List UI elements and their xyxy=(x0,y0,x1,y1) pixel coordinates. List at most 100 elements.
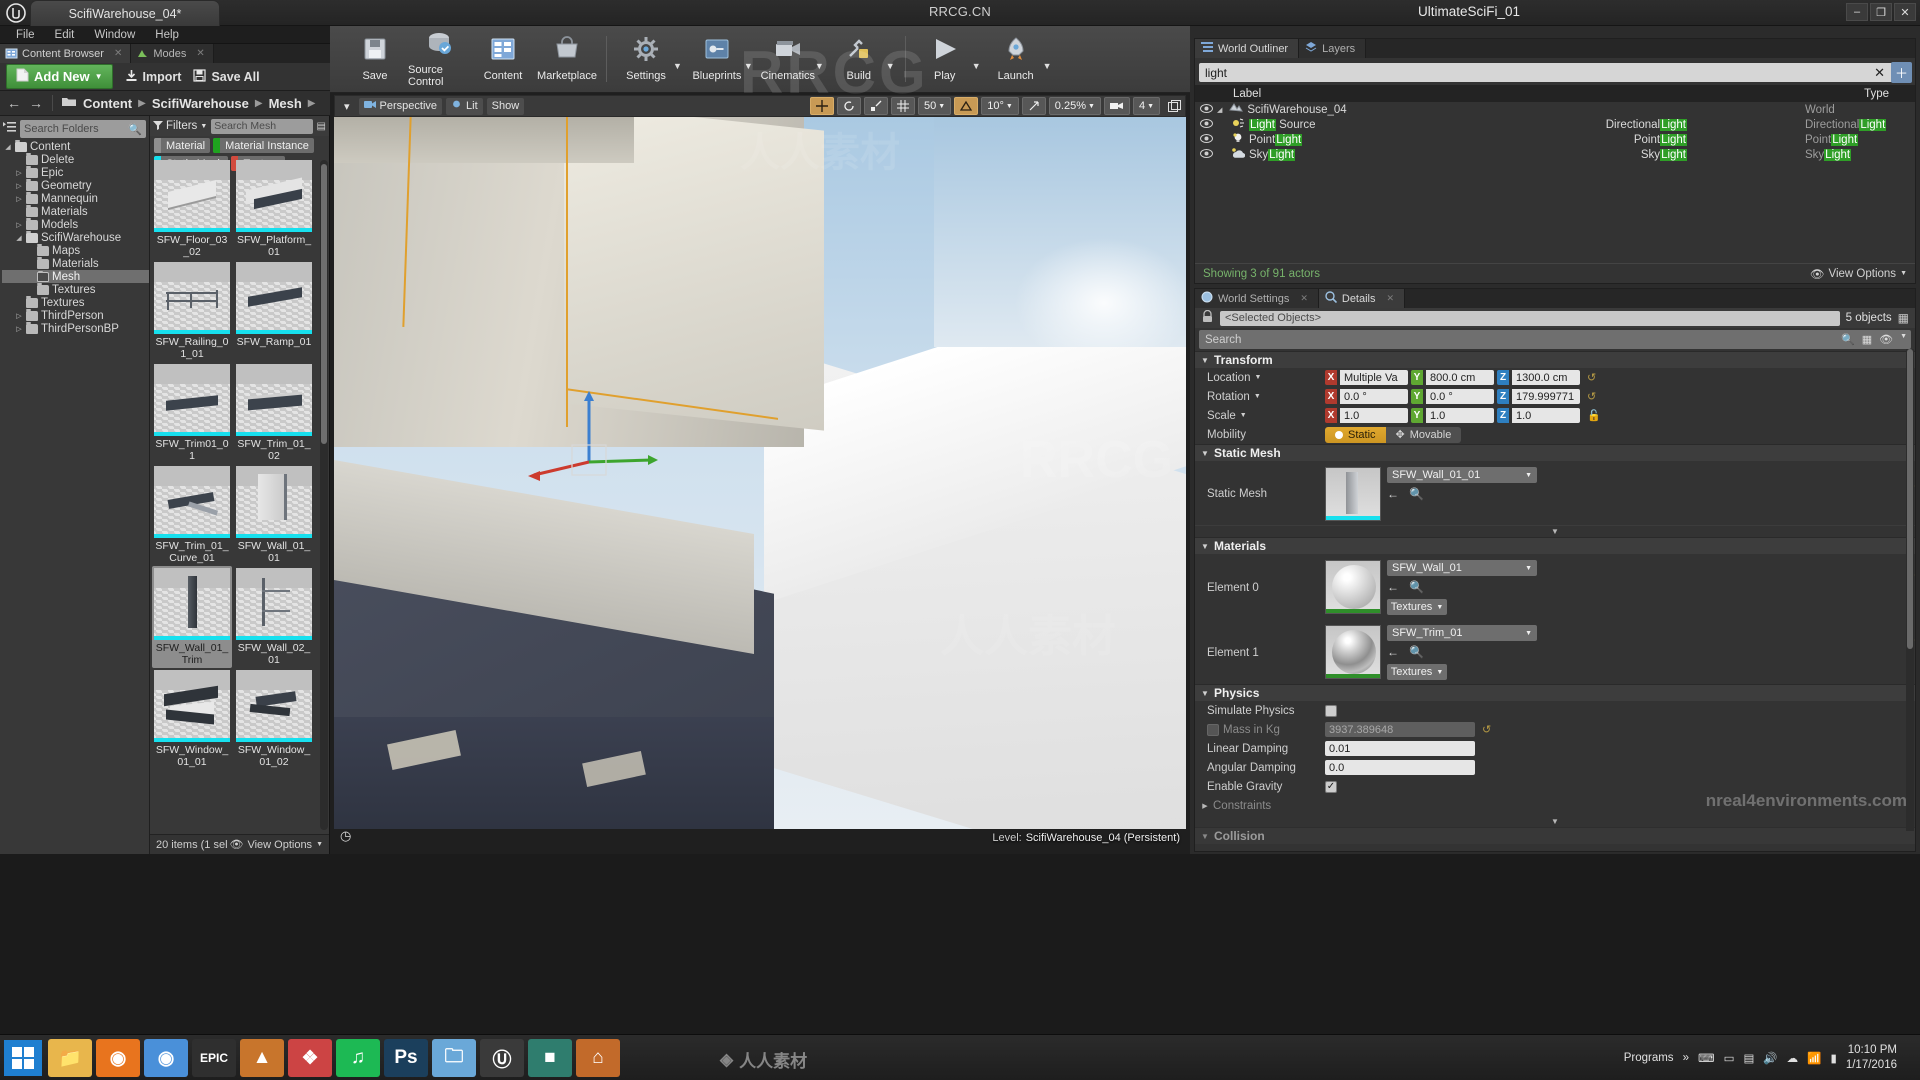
scale-mode-icon[interactable] xyxy=(864,97,888,115)
location-label-group[interactable]: Location ▼ xyxy=(1195,372,1325,384)
enable-gravity-checkbox[interactable]: ✓ xyxy=(1325,781,1337,793)
visibility-eye-icon[interactable] xyxy=(1195,104,1217,116)
reset-location-icon[interactable]: ↺ xyxy=(1587,371,1596,384)
mass-override-checkbox[interactable] xyxy=(1207,724,1219,736)
folder-tree-item[interactable]: ▷Epic xyxy=(2,166,149,179)
folder-tree-item[interactable]: ▷Mannequin xyxy=(2,192,149,205)
maximize-button[interactable]: ❐ xyxy=(1870,3,1892,21)
rotation-z-input[interactable]: 179.999771 xyxy=(1512,389,1580,404)
breadcrumb-mesh[interactable]: Mesh xyxy=(269,96,302,111)
tab-world-settings[interactable]: World Settings ✕ xyxy=(1195,289,1319,308)
asset-tile[interactable]: SFW_Trim01_01 xyxy=(154,364,230,462)
tray-icon-2[interactable]: ▤ xyxy=(1743,1051,1754,1065)
asset-tile[interactable]: SFW_Ramp_01 xyxy=(236,262,312,360)
asset-tile[interactable]: SFW_Wall_02_01 xyxy=(236,568,312,666)
view-options-button[interactable]: 👁 View Options ▼ xyxy=(229,838,323,851)
asset-tile[interactable]: SFW_Railing_01_01 xyxy=(154,262,230,360)
reset-mass-icon[interactable]: ↺ xyxy=(1482,723,1491,736)
collapse-triangle-icon[interactable]: ◢ xyxy=(1217,106,1222,114)
folder-tree-item[interactable]: Mesh xyxy=(2,270,149,283)
expand-triangle-icon[interactable]: ▷ xyxy=(15,182,23,190)
close-icon[interactable]: ✕ xyxy=(1387,293,1395,304)
grid-snap-value[interactable]: 50 ▼ xyxy=(918,97,951,115)
expand-tree-icon[interactable] xyxy=(3,121,17,137)
tab-details[interactable]: Details ✕ xyxy=(1319,289,1405,308)
camera-speed-icon[interactable] xyxy=(1104,97,1130,115)
eye-icon[interactable]: 👁 xyxy=(1879,333,1893,346)
section-static-mesh[interactable]: ▼ Static Mesh xyxy=(1195,444,1915,461)
element-0-textures-button[interactable]: Textures ▼ xyxy=(1387,599,1447,615)
nav-forward-icon[interactable]: → xyxy=(28,95,44,111)
section-materials[interactable]: ▼ Materials xyxy=(1195,537,1915,554)
location-z-input[interactable]: 1300.0 cm xyxy=(1512,370,1580,385)
volume-icon[interactable]: 🔊 xyxy=(1763,1051,1777,1065)
asset-tile[interactable]: SFW_Window_01_01 xyxy=(154,670,230,768)
asset-tile[interactable]: SFW_Trim_01_02 xyxy=(236,364,312,462)
app-icon[interactable]: ▲ xyxy=(240,1039,284,1077)
asset-grid-scrollbar[interactable] xyxy=(320,160,328,830)
close-icon[interactable]: ✕ xyxy=(1300,293,1308,304)
folder-tree-item[interactable]: ▷ThirdPerson xyxy=(2,309,149,322)
show-desktop-button[interactable] xyxy=(1906,1052,1912,1064)
filter-chip[interactable]: Material xyxy=(154,138,210,153)
import-button[interactable]: Import xyxy=(125,69,182,85)
collapse-triangle-icon[interactable]: ◢ xyxy=(4,143,12,151)
network-icon[interactable]: 📶 xyxy=(1807,1051,1821,1065)
view-mode-button[interactable]: Lit xyxy=(446,98,483,115)
viewport-options-button[interactable]: ▾ xyxy=(339,98,355,115)
folder-icon[interactable]: 🗀 xyxy=(432,1039,476,1077)
linear-damping-input[interactable]: 0.01 xyxy=(1325,741,1475,756)
element-0-combo[interactable]: SFW_Wall_01 ▼ xyxy=(1387,560,1537,576)
reset-rotation-icon[interactable]: ↺ xyxy=(1587,390,1596,403)
rotation-x-input[interactable]: 0.0 ° xyxy=(1340,389,1408,404)
browse-to-asset-icon[interactable]: 🔍 xyxy=(1409,645,1424,659)
filters-button[interactable]: Filters ▼ xyxy=(153,120,207,133)
outliner-search-input[interactable]: light ✕ ＋ xyxy=(1199,63,1911,82)
asset-tile[interactable]: SFW_Wall_01_Trim xyxy=(152,566,232,668)
menu-file[interactable]: File xyxy=(6,26,45,44)
tray-icon-1[interactable]: ▭ xyxy=(1724,1051,1735,1065)
folder-tree-item[interactable]: ▷ThirdPersonBP xyxy=(2,322,149,335)
scale-x-input[interactable]: 1.0 xyxy=(1340,408,1408,423)
folder-tree-item[interactable]: Textures xyxy=(2,296,149,309)
folder-search-input[interactable]: Search Folders 🔍 xyxy=(20,120,146,138)
chevron-down-icon[interactable]: ▼ xyxy=(815,61,824,89)
location-x-input[interactable]: Multiple Va xyxy=(1340,370,1408,385)
toolbar-launch-button[interactable]: Launch xyxy=(985,29,1047,89)
chevron-down-icon[interactable]: ▼ xyxy=(1043,61,1052,89)
scale-lock-icon[interactable]: 🔓 xyxy=(1587,409,1601,422)
folder-tree-item[interactable]: ▷Models xyxy=(2,218,149,231)
scale-snap-toggle-icon[interactable] xyxy=(1022,97,1046,115)
section-transform[interactable]: ▼ Transform xyxy=(1195,351,1915,368)
simulate-physics-checkbox[interactable] xyxy=(1325,705,1337,717)
outliner-row[interactable]: SkyLightSkyLightSkyLight xyxy=(1195,147,1915,162)
visibility-eye-icon[interactable] xyxy=(1195,119,1217,131)
substance-icon[interactable]: ■ xyxy=(528,1039,572,1077)
minimize-button[interactable]: – xyxy=(1846,3,1868,21)
tab-world-outliner[interactable]: World Outliner xyxy=(1195,39,1299,58)
breadcrumb-content[interactable]: Content xyxy=(83,96,132,111)
tab-modes[interactable]: Modes ✕ xyxy=(131,44,213,63)
use-selected-asset-icon[interactable]: ← xyxy=(1387,580,1399,594)
use-selected-asset-icon[interactable]: ← xyxy=(1387,487,1399,501)
toolbar-source-control-button[interactable]: Source Control xyxy=(408,29,470,89)
folder-tree-item[interactable]: Delete xyxy=(2,153,149,166)
add-actor-icon[interactable]: ＋ xyxy=(1891,62,1912,83)
scale-y-input[interactable]: 1.0 xyxy=(1426,408,1494,423)
tab-layers[interactable]: Layers xyxy=(1299,39,1366,58)
angle-snap-toggle-icon[interactable] xyxy=(954,97,978,115)
toolbar-build-button[interactable]: Build xyxy=(828,29,890,89)
asset-tile[interactable]: SFW_Wall_01_01 xyxy=(236,466,312,564)
details-search-input[interactable]: Search 🔍 ▦ 👁 ▼ xyxy=(1199,330,1911,349)
tray-expand-icon[interactable]: » xyxy=(1683,1052,1689,1064)
folder-tree-item[interactable]: ◢Content xyxy=(2,140,149,153)
asset-view-settings-icon[interactable]: ▤ xyxy=(317,121,326,132)
folder-tree-item[interactable]: Materials xyxy=(2,257,149,270)
close-button[interactable]: ✕ xyxy=(1894,3,1916,21)
selected-objects-field[interactable]: <Selected Objects> xyxy=(1220,311,1840,326)
grid-snap-toggle-icon[interactable] xyxy=(891,97,915,115)
element-1-combo[interactable]: SFW_Trim_01 ▼ xyxy=(1387,625,1537,641)
asset-tile[interactable]: SFW_Platform_01 xyxy=(236,160,312,258)
unreal-editor-icon[interactable]: Ⓤ xyxy=(480,1039,524,1077)
details-scrollbar[interactable] xyxy=(1906,349,1914,831)
